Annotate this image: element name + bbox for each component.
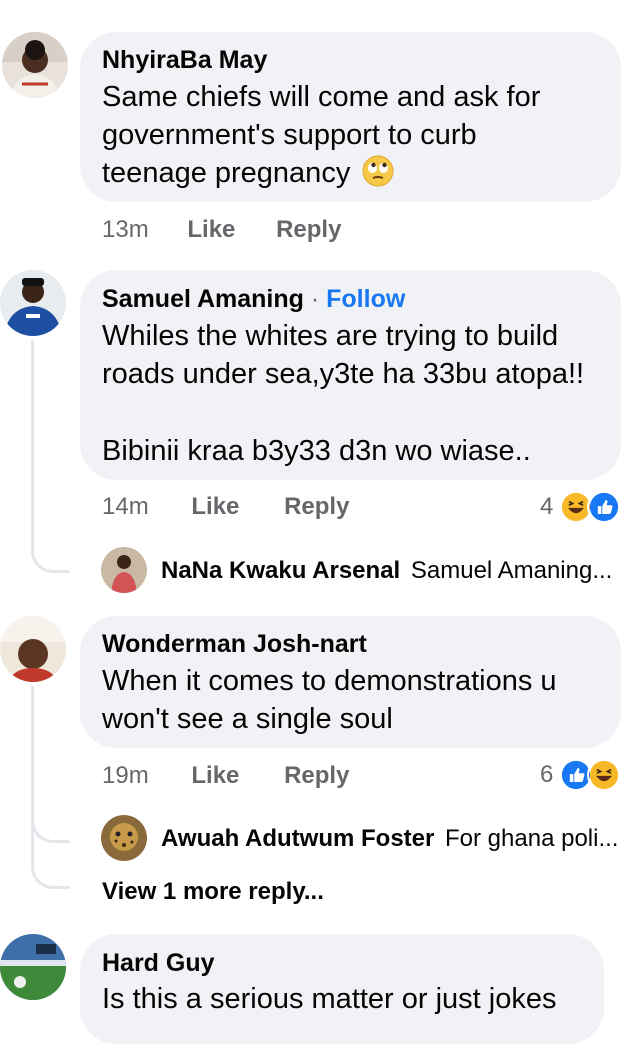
thread-line xyxy=(31,340,34,540)
view-more-replies-link[interactable]: View 1 more reply... xyxy=(102,877,324,907)
comment-actions: 19m Like Reply xyxy=(102,762,349,790)
avatar[interactable] xyxy=(101,815,147,861)
view-more-replies-label[interactable]: View 1 more reply... xyxy=(102,878,324,905)
avatar[interactable] xyxy=(101,547,147,593)
comment-actions: 14m Like Reply xyxy=(102,493,349,521)
thread-connector xyxy=(31,820,70,843)
like-button[interactable]: Like xyxy=(191,493,239,520)
comment-text-line: Whiles the whites are trying to build xyxy=(102,320,559,352)
reply-author[interactable]: Awuah Adutwum Foster xyxy=(161,825,434,852)
reply-preview[interactable]: NaNa Kwaku Arsenal Samuel Amaning... xyxy=(161,556,612,586)
like-button[interactable]: Like xyxy=(191,762,239,789)
avatar[interactable] xyxy=(0,270,66,336)
comment-text-line: Bibinii kraa b3y33 d3n wo wiase.. xyxy=(102,435,531,467)
avatar[interactable] xyxy=(0,616,66,682)
reactions-summary[interactable]: 6 xyxy=(540,757,621,793)
reaction-count: 4 xyxy=(540,493,554,520)
reply-snippet: For ghana poli... xyxy=(445,825,619,852)
like-reaction-icon xyxy=(587,490,621,524)
timestamp[interactable]: 14m xyxy=(102,493,149,520)
comment-author-row: Samuel Amaning · Follow xyxy=(102,284,405,314)
reply-button[interactable]: Reply xyxy=(284,762,349,789)
comment-text: teenage pregnancy xyxy=(102,157,351,189)
comment-text-line: teenage pregnancy xyxy=(102,154,394,192)
reactions-summary[interactable]: 4 xyxy=(540,489,621,525)
reply-preview[interactable]: Awuah Adutwum Foster For ghana poli... xyxy=(161,824,618,854)
reply-button[interactable]: Reply xyxy=(276,216,341,243)
like-button[interactable]: Like xyxy=(187,216,235,243)
timestamp[interactable]: 13m xyxy=(102,216,149,243)
timestamp[interactable]: 19m xyxy=(102,762,149,789)
reply-button[interactable]: Reply xyxy=(284,493,349,520)
comment-text-line: Same chiefs will come and ask for xyxy=(102,81,541,113)
avatar[interactable] xyxy=(2,32,68,98)
thread-connector xyxy=(31,536,70,573)
comment-author[interactable]: NhyiraBa May xyxy=(102,45,267,75)
reaction-count: 6 xyxy=(540,761,554,788)
comment-text-line: Is this a serious matter or just jokes xyxy=(102,983,557,1015)
comment-actions: 13m Like Reply xyxy=(102,216,341,244)
follow-button[interactable]: Follow xyxy=(326,285,405,313)
avatar[interactable] xyxy=(0,934,66,1000)
reply-author[interactable]: NaNa Kwaku Arsenal xyxy=(161,557,400,584)
eye-roll-emoji-icon xyxy=(362,155,394,187)
comment-text-line: When it comes to demonstrations u xyxy=(102,665,557,697)
comment-author[interactable]: Hard Guy xyxy=(102,948,215,978)
comment-text-line: won't see a single soul xyxy=(102,703,393,735)
haha-reaction-icon xyxy=(587,758,621,792)
thread-connector xyxy=(31,862,70,889)
comment-text-line: roads under sea,y3te ha 33bu atopa!! xyxy=(102,358,585,390)
thread-line xyxy=(31,686,34,866)
separator-dot: · xyxy=(310,285,320,313)
comment-text-line: government's support to curb xyxy=(102,119,477,151)
comment-author[interactable]: Wonderman Josh-nart xyxy=(102,629,367,659)
reply-snippet: Samuel Amaning... xyxy=(410,557,613,584)
comment-author[interactable]: Samuel Amaning xyxy=(102,285,304,313)
